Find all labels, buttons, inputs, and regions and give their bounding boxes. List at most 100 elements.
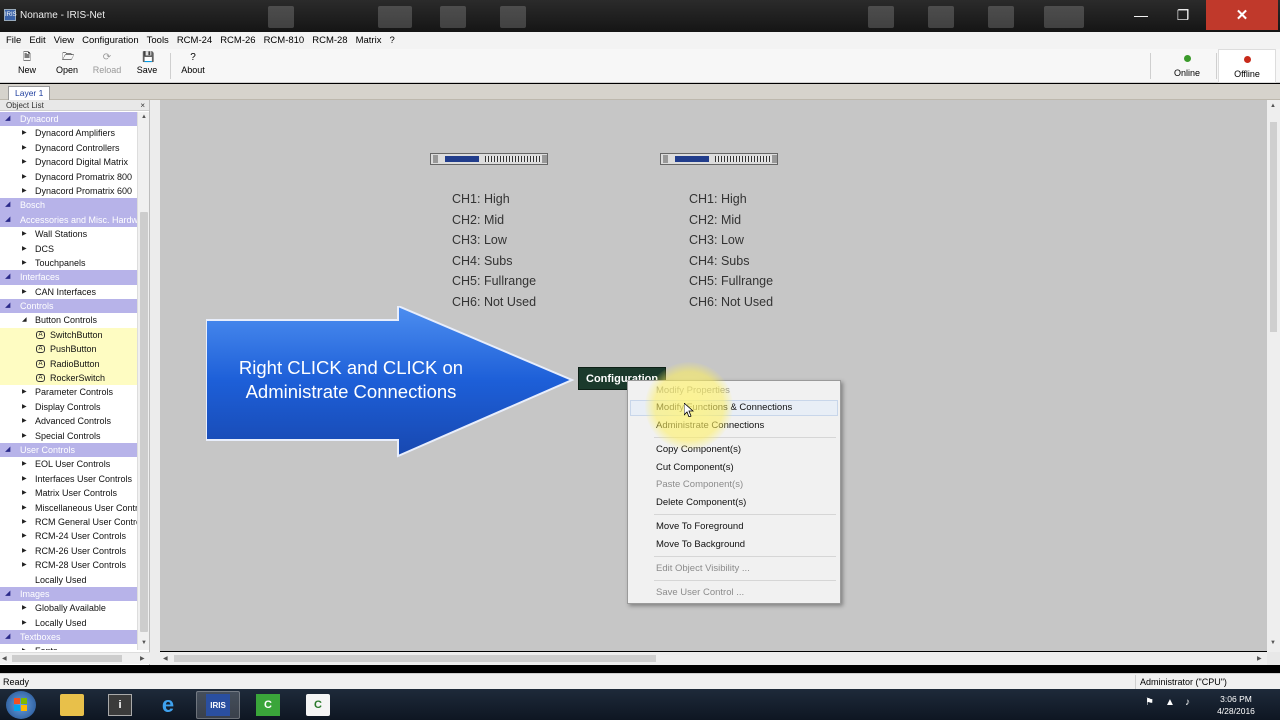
collapsed-arrow-icon[interactable]: ▶ <box>22 601 27 615</box>
menu-item-modify-properties[interactable]: Modify Properties <box>656 385 730 396</box>
new-button[interactable]: 🗎 New <box>7 51 47 81</box>
tree-leaf-item[interactable]: A RockerSwitch <box>0 371 137 386</box>
collapsed-arrow-icon[interactable]: ▶ <box>22 184 27 198</box>
open-button[interactable]: 🗁 Open <box>47 51 87 81</box>
expanded-arrow-icon[interactable]: ◢ <box>5 587 10 601</box>
tab-layer-1[interactable]: Layer 1 <box>8 86 51 100</box>
expanded-arrow-icon[interactable]: ◢ <box>5 270 10 284</box>
menu-item-move-to-foreground[interactable]: Move To Foreground <box>656 521 744 532</box>
tree-item[interactable]: ▶ Dynacord Promatrix 600 <box>0 184 137 198</box>
menu-item-move-to-background[interactable]: Move To Background <box>656 539 745 550</box>
tree-item[interactable]: ◢ Button Controls <box>0 313 137 327</box>
tree-item[interactable]: ▶ Parameter Controls <box>0 385 137 399</box>
menu-rcm24[interactable]: RCM-24 <box>173 35 216 46</box>
tree-item[interactable]: ▶ Locally Used <box>0 616 137 630</box>
tree-item[interactable]: ▶ Dynacord Controllers <box>0 141 137 155</box>
scroll-up-icon[interactable]: ▲ <box>1270 103 1276 109</box>
taskbar-internet-explorer[interactable]: e <box>146 691 190 719</box>
taskbar-explorer[interactable] <box>50 691 94 719</box>
about-button[interactable]: ? About <box>173 51 213 81</box>
minimize-button[interactable]: — <box>1122 0 1160 30</box>
tree-item[interactable]: ▶ Advanced Controls <box>0 414 137 428</box>
offline-button[interactable]: Offline <box>1218 49 1276 83</box>
menu-item-modify-functions-connections[interactable]: Modify Functions & Connections <box>656 402 792 413</box>
collapsed-arrow-icon[interactable]: ▶ <box>22 486 27 500</box>
amplifier-device-right[interactable] <box>660 153 778 165</box>
tree-item[interactable]: ▶ Globally Available <box>0 601 137 615</box>
tree-category[interactable]: ◢ Images <box>0 586 137 602</box>
menu-view[interactable]: View <box>50 35 78 46</box>
reload-button[interactable]: ⟳ Reload <box>87 51 127 81</box>
collapsed-arrow-icon[interactable]: ▶ <box>22 544 27 558</box>
scroll-down-icon[interactable]: ▼ <box>1270 640 1276 646</box>
collapsed-arrow-icon[interactable]: ▶ <box>22 616 27 630</box>
splitter[interactable] <box>150 100 160 665</box>
collapsed-arrow-icon[interactable]: ▶ <box>22 242 27 256</box>
menu-rcm26[interactable]: RCM-26 <box>216 35 259 46</box>
expanded-arrow-icon[interactable]: ◢ <box>5 443 10 457</box>
taskbar-app-green[interactable]: C <box>246 691 290 719</box>
collapsed-arrow-icon[interactable]: ▶ <box>22 227 27 241</box>
tree-leaf-item[interactable]: A SwitchButton <box>0 327 137 343</box>
tree-category[interactable]: ◢ Dynacord <box>0 112 137 127</box>
tree-leaf-item[interactable]: A RadioButton <box>0 356 137 372</box>
scroll-thumb[interactable] <box>12 655 122 662</box>
network-icon[interactable]: ▲ <box>1165 697 1175 708</box>
tree-item[interactable]: ▶ RCM General User Controls <box>0 515 137 529</box>
taskbar-app[interactable]: i <box>98 691 142 719</box>
scroll-left-icon[interactable]: ◀ <box>163 655 168 662</box>
collapsed-arrow-icon[interactable]: ▶ <box>22 414 27 428</box>
scroll-right-icon[interactable]: ▶ <box>1257 655 1262 662</box>
tree-item[interactable]: ▶ Display Controls <box>0 400 137 414</box>
collapsed-arrow-icon[interactable]: ▶ <box>22 400 27 414</box>
tree-category[interactable]: ◢ User Controls <box>0 442 137 458</box>
object-list-horizontal-scrollbar[interactable]: ◀ ▶ <box>0 652 150 664</box>
close-button[interactable]: ✕ <box>1206 0 1278 30</box>
scroll-thumb[interactable] <box>174 655 656 662</box>
collapsed-arrow-icon[interactable]: ▶ <box>22 457 27 471</box>
collapsed-arrow-icon[interactable]: ▶ <box>22 529 27 543</box>
tree-item[interactable]: ▶ Dynacord Promatrix 800 <box>0 170 137 184</box>
menu-item-paste-components[interactable]: Paste Component(s) <box>656 479 743 490</box>
menu-matrix[interactable]: Matrix <box>352 35 386 46</box>
tree-category[interactable]: ◢ Controls <box>0 299 137 314</box>
tree-item[interactable]: ▶ Interfaces User Controls <box>0 472 137 486</box>
scroll-left-icon[interactable]: ◀ <box>2 655 7 662</box>
canvas-horizontal-scrollbar[interactable]: ◀ ▶ <box>160 652 1267 665</box>
scroll-right-icon[interactable]: ▶ <box>140 655 145 662</box>
menu-configuration[interactable]: Configuration <box>78 35 143 46</box>
online-button[interactable]: Online <box>1158 49 1216 83</box>
tree-leaf-item[interactable]: A PushButton <box>0 342 137 357</box>
tree-item[interactable]: ▶ Matrix User Controls <box>0 486 137 500</box>
collapsed-arrow-icon[interactable]: ▶ <box>22 501 27 515</box>
expanded-arrow-icon[interactable]: ◢ <box>5 630 10 644</box>
menu-help[interactable]: ? <box>385 35 398 46</box>
amplifier-device-left[interactable] <box>430 153 548 165</box>
tree-category[interactable]: ◢ Bosch <box>0 198 137 213</box>
menu-rcm810[interactable]: RCM-810 <box>260 35 309 46</box>
expanded-arrow-icon[interactable]: ◢ <box>5 213 10 227</box>
taskbar-iris-net[interactable]: IRIS <box>196 691 240 719</box>
canvas-vertical-scrollbar[interactable]: ▲ ▼ <box>1267 100 1280 652</box>
scroll-up-icon[interactable]: ▲ <box>141 114 147 120</box>
tree-item[interactable]: Locally Used <box>0 573 137 587</box>
collapsed-arrow-icon[interactable]: ▶ <box>22 126 27 140</box>
collapsed-arrow-icon[interactable]: ▶ <box>22 170 27 184</box>
menu-file[interactable]: File <box>2 35 25 46</box>
tree-item[interactable]: ▶ Fonts <box>0 644 137 650</box>
tree-item[interactable]: ▶ Touchpanels <box>0 256 137 270</box>
close-panel-icon[interactable]: × <box>140 100 145 111</box>
menu-item-cut-components[interactable]: Cut Component(s) <box>656 462 734 473</box>
taskbar-app-white[interactable]: C <box>296 691 340 719</box>
tree-item[interactable]: ▶ CAN Interfaces <box>0 285 137 299</box>
menu-item-save-user-control[interactable]: Save User Control ... <box>656 587 744 598</box>
tree-item[interactable]: ▶ Dynacord Digital Matrix <box>0 155 137 169</box>
tree-item[interactable]: ▶ EOL User Controls <box>0 457 137 471</box>
menu-rcm28[interactable]: RCM-28 <box>308 35 351 46</box>
collapsed-arrow-icon[interactable]: ▶ <box>22 558 27 572</box>
collapsed-arrow-icon[interactable]: ▶ <box>22 256 27 270</box>
tree-category[interactable]: ◢ Textboxes <box>0 630 137 645</box>
collapsed-arrow-icon[interactable]: ▶ <box>22 515 27 529</box>
tree-item[interactable]: ▶ Miscellaneous User Controls <box>0 501 137 515</box>
tree-item[interactable]: ▶ RCM-26 User Controls <box>0 544 137 558</box>
